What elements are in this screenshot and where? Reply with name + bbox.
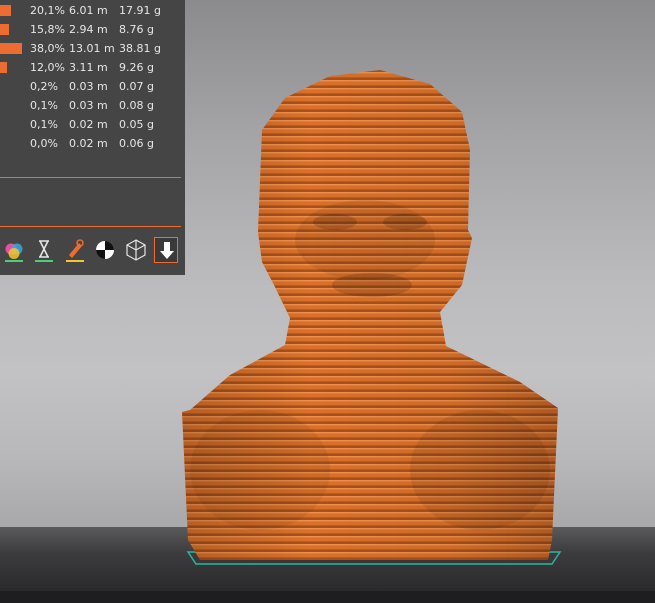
- usage-bar: [0, 5, 11, 16]
- usage-percent: 12,0%: [30, 61, 65, 74]
- usage-length: 0.03 m: [69, 80, 108, 93]
- usage-weight: 17.91 g: [119, 4, 161, 17]
- usage-weight: 0.06 g: [119, 137, 154, 150]
- usage-length: 2.94 m: [69, 23, 108, 36]
- usage-row: 0,1% 0.03 m 0.08 g: [0, 96, 185, 115]
- usage-weight: 9.26 g: [119, 61, 154, 74]
- wireframe-cube-icon[interactable]: [124, 237, 148, 263]
- usage-bar: [0, 62, 7, 73]
- usage-row: 20,1% 6.01 m 17.91 g: [0, 1, 185, 20]
- center-target-icon[interactable]: [93, 237, 117, 263]
- usage-percent: 0,2%: [30, 80, 58, 93]
- usage-bar: [0, 43, 22, 54]
- usage-length: 0.02 m: [69, 137, 108, 150]
- usage-bar: [0, 24, 9, 35]
- usage-weight: 8.76 g: [119, 23, 154, 36]
- usage-percent: 38,0%: [30, 42, 65, 55]
- usage-length: 0.02 m: [69, 118, 108, 131]
- usage-length: 13.01 m: [69, 42, 115, 55]
- usage-row: 0,1% 0.02 m 0.05 g: [0, 115, 185, 134]
- slicer-pen-icon[interactable]: [63, 237, 87, 263]
- usage-percent: 20,1%: [30, 4, 65, 17]
- export-download-icon[interactable]: [154, 237, 178, 263]
- usage-row: 0,0% 0.02 m 0.06 g: [0, 134, 185, 153]
- usage-row: 38,0% 13.01 m 38.81 g: [0, 39, 185, 58]
- color-palette-icon[interactable]: [2, 237, 26, 263]
- usage-percent: 0,1%: [30, 99, 58, 112]
- usage-row: 0,2% 0.03 m 0.07 g: [0, 77, 185, 96]
- usage-length: 0.03 m: [69, 99, 108, 112]
- usage-weight: 0.08 g: [119, 99, 154, 112]
- usage-percent: 0,1%: [30, 118, 58, 131]
- usage-row: 15,8% 2.94 m 8.76 g: [0, 20, 185, 39]
- usage-percent: 15,8%: [30, 23, 65, 36]
- separator: [0, 226, 181, 227]
- usage-row: 12,0% 3.11 m 9.26 g: [0, 58, 185, 77]
- usage-weight: 38.81 g: [119, 42, 161, 55]
- usage-length: 3.11 m: [69, 61, 108, 74]
- separator: [0, 177, 181, 178]
- usage-percent: 0,0%: [30, 137, 58, 150]
- usage-length: 6.01 m: [69, 4, 108, 17]
- filament-usage-panel: 20,1% 6.01 m 17.91 g 15,8% 2.94 m 8.76 g 38,0%…: [0, 0, 185, 275]
- bust-model[interactable]: [170, 60, 570, 570]
- usage-weight: 0.05 g: [119, 118, 154, 131]
- usage-weight: 0.07 g: [119, 80, 154, 93]
- hourglass-icon[interactable]: [32, 237, 56, 263]
